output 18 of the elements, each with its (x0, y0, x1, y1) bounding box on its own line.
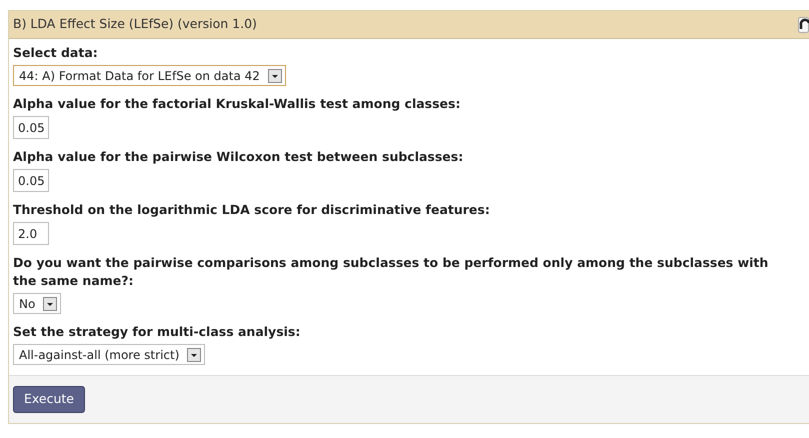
execute-button[interactable]: Execute (13, 386, 85, 413)
dropdown[interactable]: All-against-all (more strict) (13, 344, 206, 365)
caret-icon[interactable] (43, 296, 58, 310)
field-label: Set the strategy for multi-class analysis: (13, 323, 302, 341)
input-field[interactable]: 0.05 (13, 169, 49, 192)
input-field[interactable]: 0.05 (13, 116, 49, 139)
refresh-icon[interactable] (798, 17, 809, 33)
caret-icon[interactable] (187, 348, 202, 362)
dropdown[interactable]: 44: A) Format Data for LEfSe on data 42 (13, 65, 286, 86)
dropdown[interactable]: No (13, 293, 62, 314)
input-field[interactable]: 2.0 (13, 222, 49, 245)
field-label: Alpha value for the factorial Kruskal-Wallis test among classes: (13, 95, 462, 113)
field-label: Threshold on the logarithmic LDA score for discriminative features: (13, 201, 491, 219)
panel-title: B) LDA Effect Size (LEfSe) (version 1.0) (13, 15, 257, 34)
field-label: Do you want the pairwise comparisons among subclasses to be performed only among the subclasses with the same name?: (13, 254, 770, 290)
caret-icon[interactable] (268, 68, 282, 82)
field-label: Alpha value for the pairwise Wilcoxon test between subclasses: (13, 148, 464, 166)
field-label: Select data: (13, 44, 99, 62)
